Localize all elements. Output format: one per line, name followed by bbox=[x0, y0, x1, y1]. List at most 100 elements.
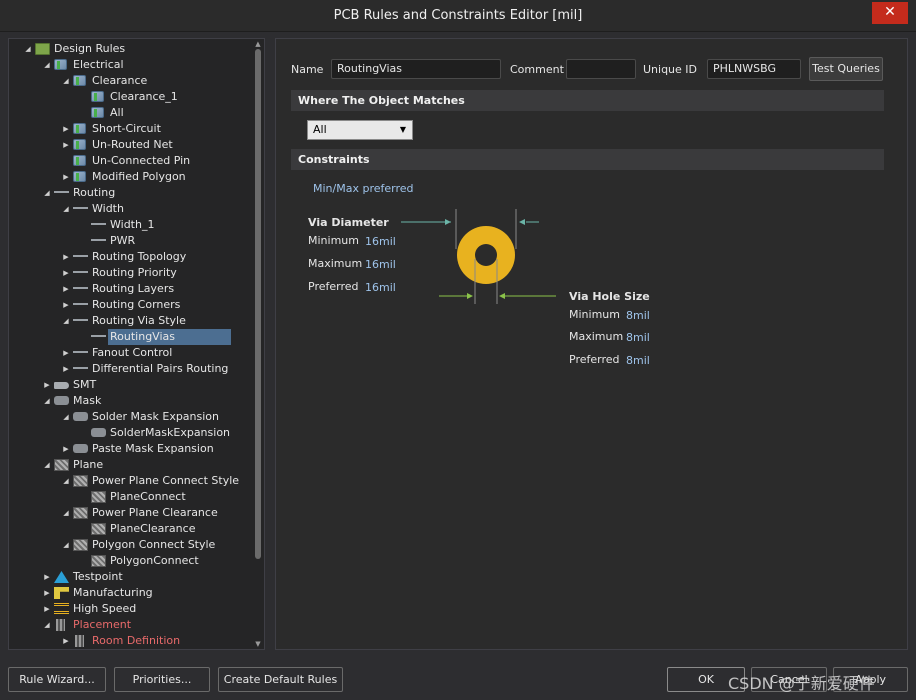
via-hole-title: Via Hole Size bbox=[569, 290, 650, 303]
tree-item-label: Differential Pairs Routing bbox=[92, 362, 229, 375]
plane-icon bbox=[54, 459, 69, 471]
tree-item-label: Mask bbox=[73, 394, 102, 407]
smt-icon bbox=[54, 382, 69, 389]
title-bar: PCB Rules and Constraints Editor [mil] ✕ bbox=[0, 0, 916, 32]
electrical-rule-icon bbox=[73, 171, 86, 182]
expand-arrow-icon[interactable]: ▶ bbox=[42, 377, 52, 393]
name-input[interactable]: RoutingVias bbox=[331, 59, 501, 79]
tree-item-label: Power Plane Connect Style bbox=[92, 474, 240, 487]
expand-arrow-icon[interactable]: ▶ bbox=[42, 601, 52, 617]
collapse-arrow-icon[interactable]: ◢ bbox=[61, 473, 71, 489]
expand-arrow-icon[interactable]: ▶ bbox=[42, 585, 52, 601]
collapse-arrow-icon[interactable]: ◢ bbox=[42, 393, 52, 409]
expand-arrow-icon[interactable]: ▶ bbox=[61, 633, 71, 649]
tree-item-label: Clearance bbox=[92, 74, 148, 87]
tree-item-label: Fanout Control bbox=[92, 346, 173, 359]
constraints-section-header: Constraints bbox=[291, 149, 884, 170]
unique-id-input[interactable]: PHLNWSBG bbox=[707, 59, 801, 79]
tree-item-label: Width bbox=[92, 202, 124, 215]
expand-arrow-icon[interactable]: ▶ bbox=[42, 569, 52, 585]
tree-item-label: Routing bbox=[73, 186, 116, 199]
diameter-arrowhead-left bbox=[445, 219, 451, 225]
tree-scrollbar[interactable] bbox=[255, 49, 261, 559]
create-default-rules-button[interactable]: Create Default Rules bbox=[218, 667, 343, 692]
collapse-arrow-icon[interactable]: ◢ bbox=[42, 57, 52, 73]
electrical-rule-icon bbox=[54, 59, 67, 70]
tree-item-label: PlaneConnect bbox=[110, 490, 186, 503]
plane-icon bbox=[91, 491, 106, 503]
routing-icon bbox=[73, 255, 88, 261]
close-button[interactable]: ✕ bbox=[872, 2, 908, 24]
tree-item-label: Electrical bbox=[73, 58, 124, 71]
expand-arrow-icon[interactable]: ▶ bbox=[61, 137, 71, 153]
expand-arrow-icon[interactable]: ▶ bbox=[61, 265, 71, 281]
via-hole-min-value[interactable]: 8mil bbox=[626, 309, 650, 322]
tree-item-label: Manufacturing bbox=[73, 586, 153, 599]
tree-item-label: All bbox=[110, 106, 124, 119]
priorities-button[interactable]: Priorities... bbox=[114, 667, 210, 692]
expand-arrow-icon[interactable]: ▶ bbox=[61, 281, 71, 297]
tree-item-label: Routing Priority bbox=[92, 266, 177, 279]
collapse-arrow-icon[interactable]: ◢ bbox=[61, 505, 71, 521]
expand-arrow-icon[interactable]: ▶ bbox=[61, 297, 71, 313]
expand-arrow-icon[interactable]: ▶ bbox=[61, 441, 71, 457]
collapse-arrow-icon[interactable]: ◢ bbox=[23, 41, 33, 57]
collapse-arrow-icon[interactable]: ◢ bbox=[61, 73, 71, 89]
mask-icon bbox=[73, 444, 88, 453]
tree-item-label: Polygon Connect Style bbox=[92, 538, 216, 551]
placement-icon bbox=[56, 619, 65, 631]
tree-item-label: Solder Mask Expansion bbox=[92, 410, 220, 423]
scroll-down-icon[interactable]: ▼ bbox=[254, 640, 262, 648]
tree-item-label: Room Definition bbox=[92, 634, 181, 647]
tree-item-label: Testpoint bbox=[73, 570, 123, 583]
expand-arrow-icon[interactable]: ▶ bbox=[61, 249, 71, 265]
plane-icon bbox=[73, 475, 88, 487]
routing-icon bbox=[73, 271, 88, 277]
tree-item-label: Routing Layers bbox=[92, 282, 175, 295]
via-hole-max-label: Maximum bbox=[569, 330, 624, 343]
collapse-arrow-icon[interactable]: ◢ bbox=[61, 201, 71, 217]
expand-arrow-icon[interactable]: ▶ bbox=[61, 361, 71, 377]
tree-item-label: PolygonConnect bbox=[110, 554, 199, 567]
high-speed-icon bbox=[54, 603, 69, 614]
via-hole-pref-label: Preferred bbox=[569, 353, 620, 366]
rule-wizard-button[interactable]: Rule Wizard... bbox=[8, 667, 106, 692]
tree-item-label: Modified Polygon bbox=[92, 170, 186, 183]
expand-arrow-icon[interactable]: ▶ bbox=[61, 121, 71, 137]
via-diameter-pref-value[interactable]: 16mil bbox=[365, 281, 396, 294]
tree-item-label: Design Rules bbox=[54, 42, 126, 55]
scope-dropdown[interactable]: All ▼ bbox=[307, 120, 413, 140]
routing-icon bbox=[73, 319, 88, 325]
manufacturing-icon bbox=[54, 587, 69, 599]
collapse-arrow-icon[interactable]: ◢ bbox=[61, 409, 71, 425]
plane-icon bbox=[73, 539, 88, 551]
via-hole-icon bbox=[475, 244, 497, 266]
tree-item-label: Routing Topology bbox=[92, 250, 187, 263]
via-hole-max-value[interactable]: 8mil bbox=[626, 331, 650, 344]
electrical-rule-icon bbox=[91, 91, 104, 102]
collapse-arrow-icon[interactable]: ◢ bbox=[42, 617, 52, 633]
test-queries-button[interactable]: Test Queries bbox=[809, 57, 883, 81]
routing-icon bbox=[91, 239, 106, 245]
mask-icon bbox=[54, 396, 69, 405]
via-diameter-title: Via Diameter bbox=[308, 216, 389, 229]
comment-input[interactable] bbox=[566, 59, 636, 79]
mask-icon bbox=[73, 412, 88, 421]
expand-arrow-icon[interactable]: ▶ bbox=[61, 345, 71, 361]
folder-icon bbox=[35, 43, 50, 55]
via-diameter-min-value[interactable]: 16mil bbox=[365, 235, 396, 248]
tree-item-label: Power Plane Clearance bbox=[92, 506, 218, 519]
scroll-up-icon[interactable]: ▲ bbox=[254, 40, 262, 48]
collapse-arrow-icon[interactable]: ◢ bbox=[61, 313, 71, 329]
via-diameter-max-value[interactable]: 16mil bbox=[365, 258, 396, 271]
collapse-arrow-icon[interactable]: ◢ bbox=[42, 457, 52, 473]
placement-icon bbox=[75, 635, 84, 647]
via-hole-min-label: Minimum bbox=[569, 308, 620, 321]
collapse-arrow-icon[interactable]: ◢ bbox=[42, 185, 52, 201]
via-hole-pref-value[interactable]: 8mil bbox=[626, 354, 650, 367]
comment-label: Comment bbox=[510, 63, 564, 76]
collapse-arrow-icon[interactable]: ◢ bbox=[61, 537, 71, 553]
testpoint-icon bbox=[54, 571, 69, 583]
rules-tree[interactable]: ◢ Design Rules ◢ Electrical ◢ Clearance Cleara… bbox=[8, 38, 265, 650]
expand-arrow-icon[interactable]: ▶ bbox=[61, 169, 71, 185]
